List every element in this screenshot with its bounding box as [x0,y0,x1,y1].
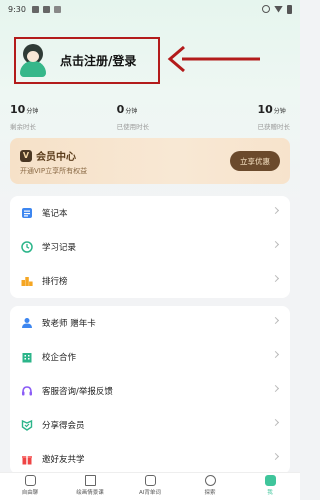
nav-tab-ai-vocabulary[interactable]: AI背单词 [120,475,180,496]
menu-item-teacher-gift[interactable]: 致老师 赠年卡 [10,306,290,340]
menu-item-share-membership[interactable]: 分享得会员 [10,408,290,442]
menu-item-school-cooperation[interactable]: 校企合作 [10,340,290,374]
wifi-icon [274,5,283,13]
nav-tab-scenario-class[interactable]: 绘画情景课 [60,475,120,496]
login-prompt[interactable]: 点击注册/登录 [14,37,160,84]
chevron-right-icon [271,452,280,461]
vip-title: 会员中心 [36,152,76,163]
vip-subtitle: 开通VIP立享所有权益 [20,167,88,175]
nav-tab-explore[interactable]: 探索 [180,475,240,496]
battery-icon [287,4,292,14]
used-time: 0分钟 已使用时长 [116,103,150,131]
menu-card-study: 笔记本 学习记录 排行榜 [10,196,290,298]
avatar [18,43,48,78]
menu-item-study-record[interactable]: 学习记录 [10,230,290,264]
profile-icon [264,475,276,486]
usage-stats: 10分钟 剩余时长 0分钟 已使用时长 10分钟 已获赠时长 [10,98,290,131]
chevron-right-icon [271,384,280,393]
annotation-arrow-icon [167,45,260,73]
status-time: 9:30 [8,4,26,14]
clock-icon [20,240,34,254]
login-text: 点击注册/登录 [60,54,137,68]
invite-icon [20,452,34,466]
status-bar: 9:30 [0,0,300,18]
planet-icon [204,475,216,486]
menu-item-notebook[interactable]: 笔记本 [10,196,290,230]
notebook-icon [20,206,34,220]
chevron-right-icon [271,316,280,325]
headset-icon [20,384,34,398]
notification-icon [31,5,39,13]
chevron-right-icon [271,418,280,427]
menu-item-customer-service[interactable]: 客服咨询/举报反馈 [10,374,290,408]
vip-badge-icon: V [20,149,32,162]
chevron-right-icon [271,274,280,283]
share-icon [20,418,34,432]
building-icon [20,350,34,364]
chat-icon [24,475,36,486]
nav-tab-me[interactable]: 我 [240,475,300,496]
bottom-navigation: 自由聊 绘画情景课 AI背单词 探索 我 [0,472,300,500]
chevron-right-icon [271,206,280,215]
vip-offer-button[interactable]: 立享优惠 [230,151,280,171]
remaining-time: 10分钟 剩余时长 [10,103,39,131]
chevron-right-icon [271,240,280,249]
menu-item-ranking[interactable]: 排行榜 [10,264,290,298]
teacher-icon [20,316,34,330]
nav-tab-free-chat[interactable]: 自由聊 [0,475,60,496]
ranking-icon [20,274,34,288]
gallery-icon [42,5,50,13]
graduation-cap-icon [84,475,96,486]
gifted-time: 10分钟 已获赠时长 [257,103,290,131]
download-icon [53,5,61,13]
dnd-icon [262,5,270,13]
menu-card-more: 致老师 赠年卡 校企合作 客服咨询/举报反馈 分享得会员 邀好友共学 [10,306,290,474]
chevron-right-icon [271,350,280,359]
vip-card[interactable]: V 会员中心 开通VIP立享所有权益 立享优惠 [10,138,290,184]
menu-item-invite-friends[interactable]: 邀好友共学 [10,442,290,476]
flashcard-icon [144,475,156,486]
